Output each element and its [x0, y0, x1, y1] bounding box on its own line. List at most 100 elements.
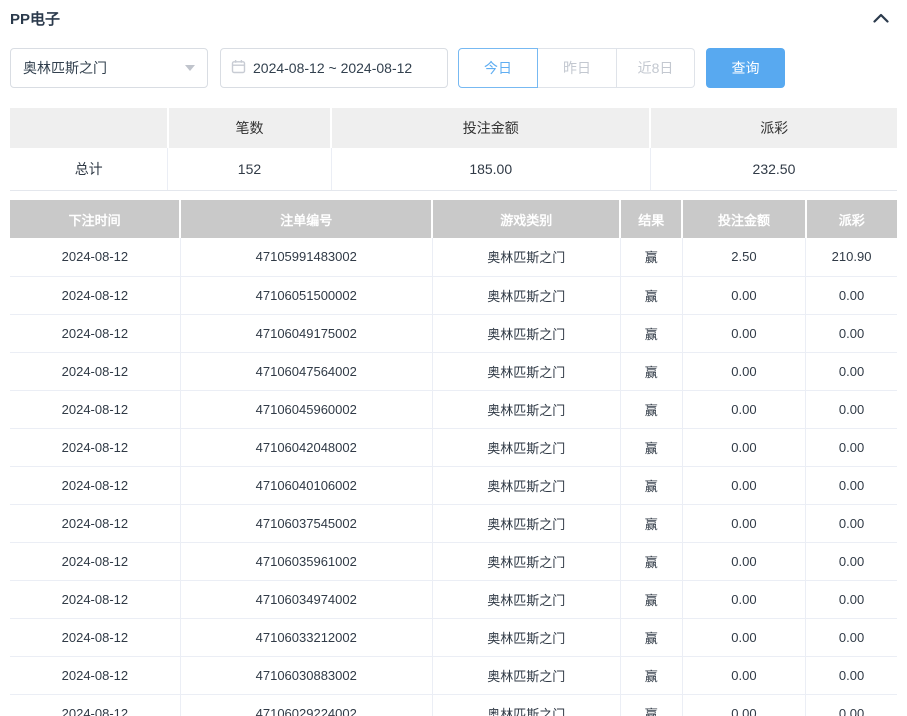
cell-bet-amount: 0.00	[682, 694, 807, 716]
cell-bet-id: 47106035961002	[180, 542, 433, 581]
records-header-row: 下注时间 注单编号 游戏类别 结果 投注金额 派彩	[10, 200, 897, 238]
cell-bet-time: 2024-08-12	[10, 276, 181, 315]
cell-result: 赢	[620, 314, 683, 353]
cell-result: 赢	[620, 656, 683, 695]
cell-bet-time: 2024-08-12	[10, 656, 181, 695]
table-row: 2024-08-12 47105991483002 奥林匹斯之门 赢 2.50 …	[10, 238, 897, 277]
cell-bet-amount: 0.00	[682, 618, 807, 657]
cell-bet-id: 47106042048002	[180, 428, 433, 467]
cell-payout: 0.00	[805, 352, 897, 391]
cell-payout: 0.00	[805, 276, 897, 315]
cell-result: 赢	[620, 542, 683, 581]
summary-total-count: 152	[167, 148, 332, 191]
page-title: PP电子	[10, 11, 61, 28]
cell-payout: 0.00	[805, 656, 897, 695]
game-select-value: 奥林匹斯之门	[23, 60, 107, 76]
cell-result: 赢	[620, 390, 683, 429]
table-row: 2024-08-12 47106037545002 奥林匹斯之门 赢 0.00 …	[10, 504, 897, 543]
table-row: 2024-08-12 47106047564002 奥林匹斯之门 赢 0.00 …	[10, 352, 897, 391]
table-row: 2024-08-12 47106035961002 奥林匹斯之门 赢 0.00 …	[10, 542, 897, 581]
today-button[interactable]: 今日	[458, 48, 538, 88]
table-row: 2024-08-12 47106040106002 奥林匹斯之门 赢 0.00 …	[10, 466, 897, 505]
cell-result: 赢	[620, 238, 683, 277]
cell-game-type: 奥林匹斯之门	[432, 466, 621, 505]
cell-bet-time: 2024-08-12	[10, 466, 181, 505]
header-game-type: 游戏类别	[432, 200, 622, 238]
cell-bet-amount: 0.00	[682, 542, 807, 581]
cell-payout: 0.00	[805, 542, 897, 581]
cell-bet-id: 47106033212002	[180, 618, 433, 657]
cell-bet-time: 2024-08-12	[10, 352, 181, 391]
summary-header-bet-amount: 投注金额	[331, 108, 652, 148]
cell-game-type: 奥林匹斯之门	[432, 504, 621, 543]
cell-payout: 0.00	[805, 694, 897, 716]
chevron-up-icon	[873, 11, 889, 26]
cell-game-type: 奥林匹斯之门	[432, 428, 621, 467]
last-8-days-button[interactable]: 近8日	[617, 48, 695, 88]
cell-bet-time: 2024-08-12	[10, 428, 181, 467]
header-bet-amount: 投注金额	[682, 200, 807, 238]
summary-total-payout: 232.50	[650, 148, 897, 191]
cell-result: 赢	[620, 618, 683, 657]
date-range-picker[interactable]: 2024-08-12 ~ 2024-08-12	[220, 48, 448, 88]
cell-bet-id: 47106040106002	[180, 466, 433, 505]
cell-result: 赢	[620, 580, 683, 619]
yesterday-button[interactable]: 昨日	[538, 48, 617, 88]
date-range-value: 2024-08-12 ~ 2024-08-12	[253, 60, 413, 76]
cell-game-type: 奥林匹斯之门	[432, 238, 621, 277]
cell-bet-time: 2024-08-12	[10, 390, 181, 429]
cell-game-type: 奥林匹斯之门	[432, 314, 621, 353]
cell-payout: 210.90	[805, 238, 897, 277]
cell-bet-amount: 0.00	[682, 314, 807, 353]
game-select[interactable]: 奥林匹斯之门	[10, 48, 208, 88]
header-result: 结果	[620, 200, 684, 238]
summary-total-row: 总计 152 185.00 232.50	[10, 148, 897, 191]
main-table-body: 2024-08-12 47105991483002 奥林匹斯之门 赢 2.50 …	[10, 238, 897, 716]
cell-bet-amount: 2.50	[682, 238, 807, 277]
cell-result: 赢	[620, 352, 683, 391]
filter-bar: 奥林匹斯之门 2024-08-12 ~ 2024-08-12 今日 昨日 近8日…	[10, 48, 785, 88]
collapse-panel-button[interactable]	[869, 6, 893, 30]
header-payout: 派彩	[805, 200, 897, 238]
cell-game-type: 奥林匹斯之门	[432, 618, 621, 657]
cell-bet-time: 2024-08-12	[10, 238, 181, 277]
cell-payout: 0.00	[805, 428, 897, 467]
quick-date-button-group: 今日 昨日 近8日	[458, 48, 695, 88]
pp-electronic-panel: PP电子 奥林匹斯之门 2024-08-12 ~ 2024-08-12 今日 昨…	[0, 0, 907, 716]
table-row: 2024-08-12 47106034974002 奥林匹斯之门 赢 0.00 …	[10, 580, 897, 619]
cell-bet-id: 47105991483002	[180, 238, 433, 277]
cell-bet-amount: 0.00	[682, 656, 807, 695]
cell-game-type: 奥林匹斯之门	[432, 542, 621, 581]
cell-payout: 0.00	[805, 390, 897, 429]
summary-total-label: 总计	[10, 148, 169, 191]
cell-result: 赢	[620, 428, 683, 467]
cell-payout: 0.00	[805, 466, 897, 505]
cell-game-type: 奥林匹斯之门	[432, 390, 621, 429]
table-row: 2024-08-12 47106045960002 奥林匹斯之门 赢 0.00 …	[10, 390, 897, 429]
cell-game-type: 奥林匹斯之门	[432, 352, 621, 391]
cell-bet-time: 2024-08-12	[10, 504, 181, 543]
cell-bet-amount: 0.00	[682, 352, 807, 391]
cell-result: 赢	[620, 694, 683, 716]
table-row: 2024-08-12 47106049175002 奥林匹斯之门 赢 0.00 …	[10, 314, 897, 353]
cell-payout: 0.00	[805, 314, 897, 353]
cell-game-type: 奥林匹斯之门	[432, 656, 621, 695]
cell-payout: 0.00	[805, 504, 897, 543]
summary-header-payout: 派彩	[650, 108, 897, 148]
summary-total-bet-amount: 185.00	[331, 148, 651, 191]
cell-payout: 0.00	[805, 580, 897, 619]
cell-bet-id: 47106045960002	[180, 390, 433, 429]
cell-result: 赢	[620, 504, 683, 543]
cell-result: 赢	[620, 466, 683, 505]
cell-bet-time: 2024-08-12	[10, 580, 181, 619]
cell-bet-amount: 0.00	[682, 428, 807, 467]
search-button[interactable]: 查询	[706, 48, 785, 88]
cell-bet-amount: 0.00	[682, 504, 807, 543]
table-row: 2024-08-12 47106042048002 奥林匹斯之门 赢 0.00 …	[10, 428, 897, 467]
summary-header-row: 笔数 投注金额 派彩	[10, 108, 897, 148]
cell-payout: 0.00	[805, 618, 897, 657]
cell-bet-amount: 0.00	[682, 580, 807, 619]
cell-bet-id: 47106030883002	[180, 656, 433, 695]
cell-bet-id: 47106047564002	[180, 352, 433, 391]
cell-bet-id: 47106029224002	[180, 694, 433, 716]
